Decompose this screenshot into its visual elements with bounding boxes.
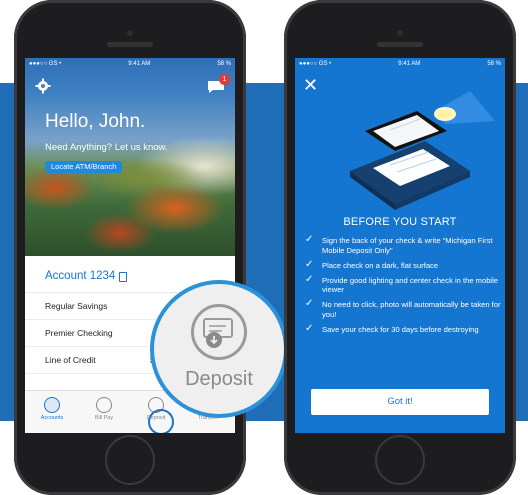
tab-accounts[interactable]: Accounts: [26, 397, 78, 421]
deposit-highlight-ring: [148, 409, 174, 433]
help-prompt: Need Anything? Let us know.: [45, 142, 168, 153]
hero-image: ●●●○○ GS • 9:41 AM 58 % 1 Hello, John. N…: [25, 58, 235, 256]
gear-icon[interactable]: [35, 78, 51, 94]
bill-pay-icon: [96, 397, 112, 413]
check-icon: ✓: [305, 273, 314, 285]
status-time: 9:41 AM: [128, 60, 151, 67]
greeting: Hello, John.: [45, 111, 146, 132]
instruction-item: ✓ No need to click, photo will automatica…: [305, 298, 501, 319]
phone-left: ●●●○○ GS • 9:41 AM 58 % 1 Hello, John. N…: [14, 0, 246, 495]
instruction-text: Provide good lighting and center check i…: [322, 275, 499, 295]
instruction-item: ✓ Place check on a dark, flat surface: [305, 258, 501, 271]
deposit-magnifier: Deposit: [150, 280, 288, 418]
account-label: Line of Credit: [45, 355, 96, 365]
battery-text: 58 %: [487, 60, 501, 67]
before-you-start-heading: BEFORE YOU START: [343, 216, 457, 228]
carrier-text: ●●●○○ GS •: [299, 60, 332, 67]
home-icon: [44, 397, 60, 413]
deposit-check-icon: [191, 304, 247, 360]
instruction-text: Save your check for 30 days before destr…: [322, 324, 479, 334]
home-button[interactable]: [105, 435, 155, 485]
check-icon: ✓: [305, 298, 314, 309]
tab-bill-pay[interactable]: Bill Pay: [78, 397, 130, 421]
document-icon: [119, 272, 127, 282]
status-bar: ●●●○○ GS • 9:41 AM 58 %: [295, 58, 505, 69]
phone-right: ●●●○○ GS • 9:41 AM 58 % ✕ BEFORE YOU STA…: [284, 0, 516, 495]
got-it-button[interactable]: Got it!: [311, 389, 489, 415]
check-icon: ✓: [305, 322, 314, 334]
instruction-text: No need to click, photo will automatical…: [322, 300, 501, 319]
account-title: Account 1234: [45, 270, 116, 282]
instruction-item: ✓ Save your check for 30 days before dest…: [305, 322, 501, 335]
earpiece-speaker: [107, 42, 153, 47]
status-time: 9:41 AM: [398, 60, 421, 67]
check-icon: ✓: [305, 258, 314, 270]
locate-atm-button[interactable]: Locate ATM/Branch: [45, 161, 123, 173]
account-label: Premier Checking: [45, 328, 113, 338]
account-label: Regular Savings: [45, 301, 108, 311]
tab-label: Bill Pay: [94, 415, 114, 421]
magnified-deposit-label: Deposit: [185, 368, 253, 390]
tab-label: Accounts: [40, 415, 64, 421]
instruction-item: ✓ Sign the back of your check & write “Mi…: [305, 234, 501, 255]
front-camera: [397, 30, 403, 36]
battery-text: 58 %: [217, 60, 231, 67]
instruction-text: Sign the back of your check & write “Mic…: [322, 236, 493, 255]
status-bar: ●●●○○ GS • 9:41 AM 58 %: [25, 58, 235, 69]
instruction-text: Place check on a dark, flat surface: [322, 260, 439, 270]
check-icon: ✓: [305, 234, 314, 245]
carrier-text: ●●●○○ GS •: [29, 60, 62, 67]
instruction-list: ✓ Sign the back of your check & write “Mi…: [305, 234, 501, 340]
front-camera: [127, 30, 133, 36]
home-button[interactable]: [375, 435, 425, 485]
instruction-item: ✓ Provide good lighting and center check …: [305, 273, 501, 295]
notification-badge: 1: [219, 74, 230, 85]
right-screen: ●●●○○ GS • 9:41 AM 58 % ✕ BEFORE YOU STA…: [295, 58, 505, 433]
check-illustration: [350, 91, 495, 210]
earpiece-speaker: [377, 42, 423, 47]
